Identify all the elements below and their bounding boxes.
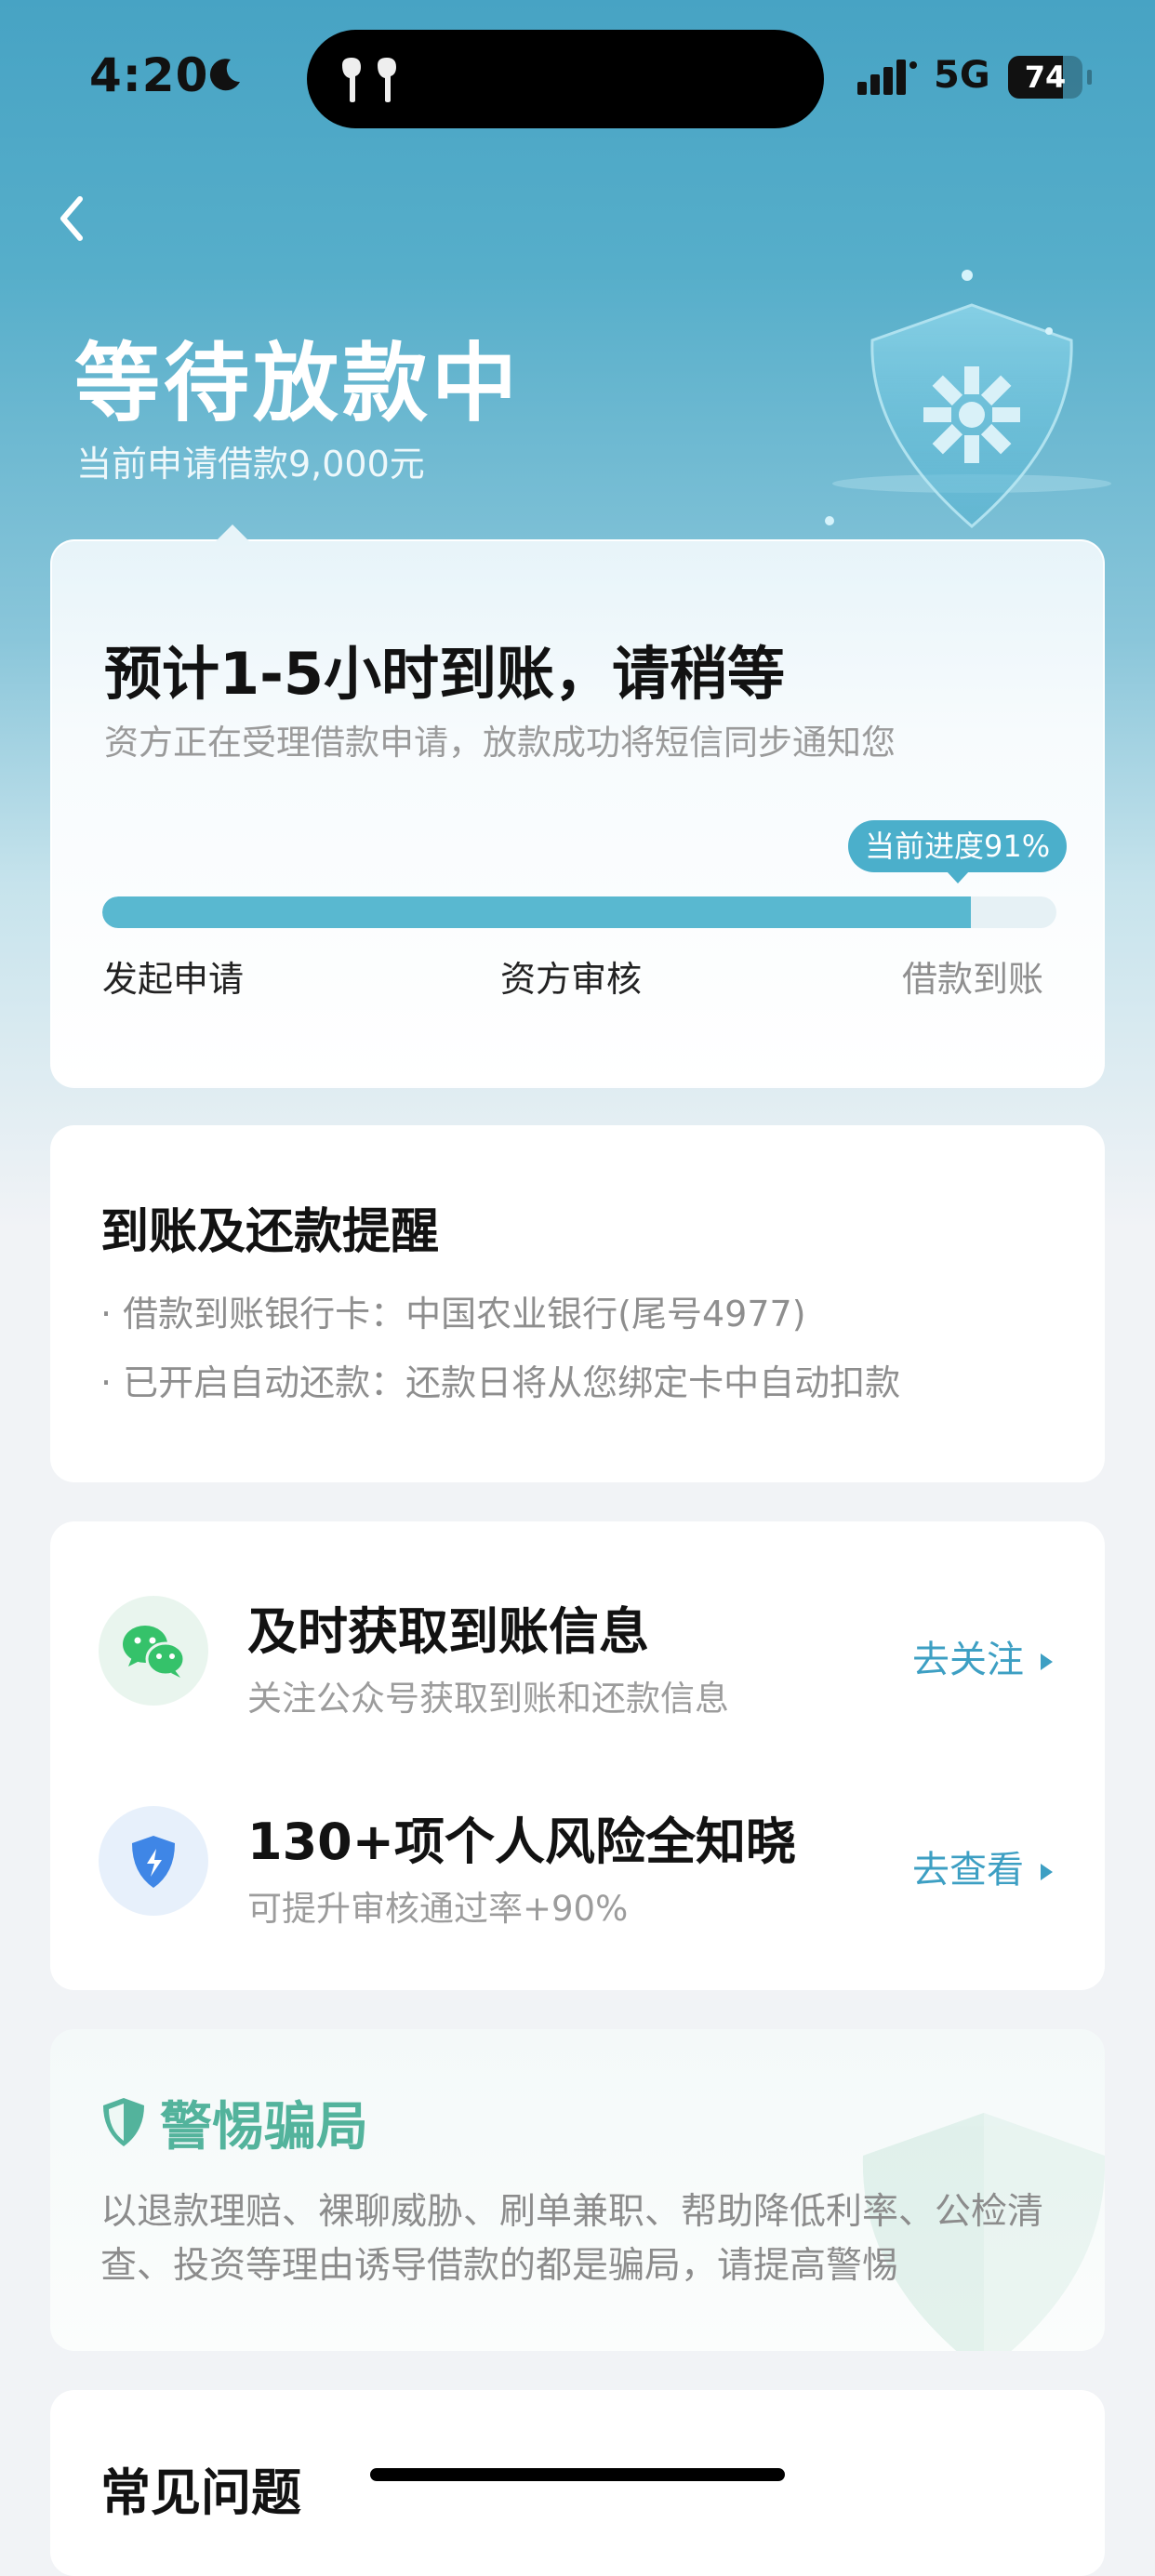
fraud-warning-card: 警惕骗局 以退款理赔、裸聊威胁、刷单兼职、帮助降低利率、公检清查、投资等理由诱导… [50, 2029, 1105, 2351]
home-indicator[interactable] [370, 2468, 785, 2481]
battery-icon: 74 [1008, 56, 1092, 99]
reminder-auto-repay: · 已开启自动还款：还款日将从您绑定卡中自动扣款 [100, 1362, 901, 1403]
status-bar: 4:20 5G 74 [0, 0, 1155, 158]
status-time: 4:20 [89, 48, 209, 102]
risk-title: 130+项个人风险全知晓 [247, 1812, 796, 1871]
play-arrow-icon [1041, 1864, 1053, 1880]
card-notch [214, 524, 251, 543]
signal-icon [857, 60, 917, 95]
warning-shield-icon [103, 2098, 144, 2146]
fraud-title: 警惕骗局 [160, 2097, 368, 2158]
view-button-label: 去查看 [912, 1849, 1024, 1892]
risk-subtitle: 可提升审核通过率+90% [247, 1889, 629, 1929]
play-arrow-icon [1041, 1653, 1053, 1670]
follow-title: 及时获取到账信息 [247, 1602, 649, 1661]
faq-title: 常见问题 [100, 2463, 301, 2522]
follow-button[interactable]: 去关注 [912, 1629, 1053, 1683]
page-title: 等待放款中 [74, 334, 522, 433]
loan-amount-subtitle: 当前申请借款9,000元 [76, 444, 425, 485]
back-arrow-icon[interactable] [48, 186, 95, 251]
shield-bolt-icon [99, 1806, 208, 1916]
moon-icon [209, 59, 240, 91]
step-disbursed: 借款到账 [902, 959, 1044, 1000]
step-review: 资方审核 [500, 959, 643, 1000]
follow-subtitle: 关注公众号获取到账和还款信息 [247, 1679, 729, 1719]
progress-bar [102, 896, 1056, 928]
wechat-icon [99, 1596, 208, 1706]
progress-bar-fill [102, 896, 971, 928]
progress-card: 预计1-5小时到账，请稍等 资方正在受理借款申请，放款成功将短信同步通知您 当前… [50, 524, 1105, 1088]
airpods-icon [342, 58, 396, 102]
network-type: 5G [934, 54, 990, 97]
bank-shield-logo-icon [825, 270, 1111, 528]
battery-percent: 74 [1024, 60, 1067, 95]
reminder-bank-card: · 借款到账银行卡：中国农业银行(尾号4977) [100, 1294, 806, 1334]
view-button[interactable]: 去查看 [912, 1839, 1053, 1893]
follow-button-label: 去关注 [912, 1639, 1024, 1681]
follow-card: 及时获取到账信息 关注公众号获取到账和还款信息 去关注 130+项个人风险全知晓… [50, 1521, 1105, 1990]
eta-description: 资方正在受理借款申请，放款成功将短信同步通知您 [104, 723, 896, 763]
follow-wechat-row[interactable]: 及时获取到账信息 关注公众号获取到账和还款信息 去关注 [50, 1577, 1105, 1745]
reminder-title: 到账及还款提醒 [100, 1204, 440, 1260]
fraud-body: 以退款理赔、裸聊威胁、刷单兼职、帮助降低利率、公检清查、投资等理由诱导借款的都是… [100, 2191, 1044, 2287]
reminder-card: 到账及还款提醒 · 借款到账银行卡：中国农业银行(尾号4977) · 已开启自动… [50, 1125, 1105, 1482]
faq-card[interactable]: 常见问题 [50, 2390, 1105, 2576]
progress-tooltip: 当前进度91% [848, 820, 1068, 883]
eta-title: 预计1-5小时到账，请稍等 [104, 640, 786, 708]
step-apply: 发起申请 [102, 959, 245, 1000]
risk-check-row[interactable]: 130+项个人风险全知晓 可提升审核通过率+90% 去查看 [50, 1787, 1105, 1955]
